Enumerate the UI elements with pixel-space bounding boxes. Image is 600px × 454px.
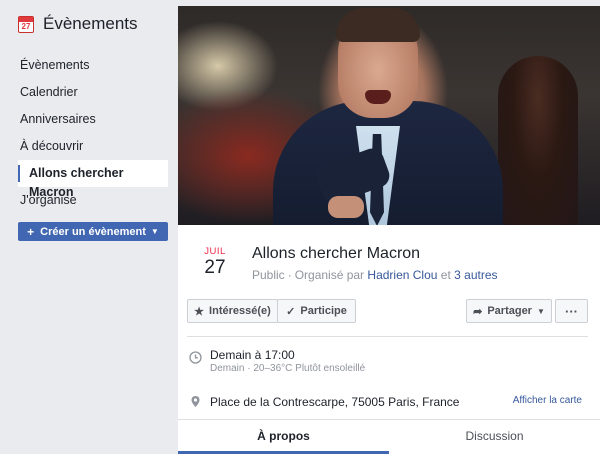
chevron-down-icon: ▼ [150,227,159,236]
organized-by-label: Organisé par [294,268,365,282]
create-event-label: Créer un évènement [40,225,146,238]
map-pin-icon [189,395,202,408]
interested-label: Intéressé(e) [209,305,271,317]
participate-label: Participe [300,305,347,317]
sidebar-item-hosting[interactable]: J'organise [0,187,178,214]
share-label: Partager [487,305,532,317]
event-meta: Public · Organisé par Hadrien Clou et 3 au… [252,268,498,282]
event-visibility: Public [252,268,285,282]
tab-discussion[interactable]: Discussion [389,420,600,454]
event-weather: Demain · 20–36°C Plutôt ensoleillé [210,363,366,374]
and-word: et [440,268,451,282]
share-arrow-icon: ➦ [473,305,483,318]
sidebar-header: 27 Évènements [18,14,138,34]
calendar-icon: 27 [18,15,34,33]
others-link[interactable]: 3 autres [454,268,497,282]
star-icon: ★ [194,305,205,318]
tab-about[interactable]: À propos [178,420,389,454]
event-day: 27 [204,257,226,278]
interested-button[interactable]: ★ Intéressé(e) [187,299,278,323]
event-card: JUIL 27 Allons chercher Macron Public · Or… [178,6,600,454]
plus-icon: + [27,224,35,239]
sidebar-title[interactable]: Évènements [43,14,138,34]
event-date: JUIL 27 [200,246,230,279]
organizer-link[interactable]: Hadrien Clou [367,268,437,282]
show-map-link[interactable]: Afficher la carte [513,395,582,406]
chevron-down-icon: ▼ [536,306,545,316]
sidebar-item-events[interactable]: Évènements [0,52,178,79]
left-sidebar: 27 Évènements Évènements Calendrier Anni… [0,0,178,454]
sidebar-nav: Évènements Calendrier Anniversaires À dé… [0,52,178,214]
sidebar-item-calendar[interactable]: Calendrier [0,79,178,106]
event-cover-photo[interactable] [178,6,600,225]
sidebar-item-discover[interactable]: À découvrir [0,133,178,160]
sidebar-item-birthdays[interactable]: Anniversaires [0,106,178,133]
divider [187,336,588,337]
participate-button[interactable]: ✓ Participe [277,299,356,323]
clock-icon [189,351,202,364]
more-options-button[interactable]: ··· [555,299,588,323]
event-time: Demain à 17:00 [210,348,295,362]
event-location[interactable]: Place de la Contrescarpe, 75005 Paris, F… [210,395,459,409]
event-tabs: À propos Discussion [178,419,600,454]
event-title: Allons chercher Macron [252,245,421,262]
sidebar-item-current-event[interactable]: Allons chercher Macron [18,160,168,199]
share-button[interactable]: ➦ Partager ▼ [466,299,552,323]
check-icon: ✓ [286,305,296,318]
create-event-button[interactable]: + Créer un évènement ▼ [18,222,168,241]
event-month: JUIL [204,246,226,257]
